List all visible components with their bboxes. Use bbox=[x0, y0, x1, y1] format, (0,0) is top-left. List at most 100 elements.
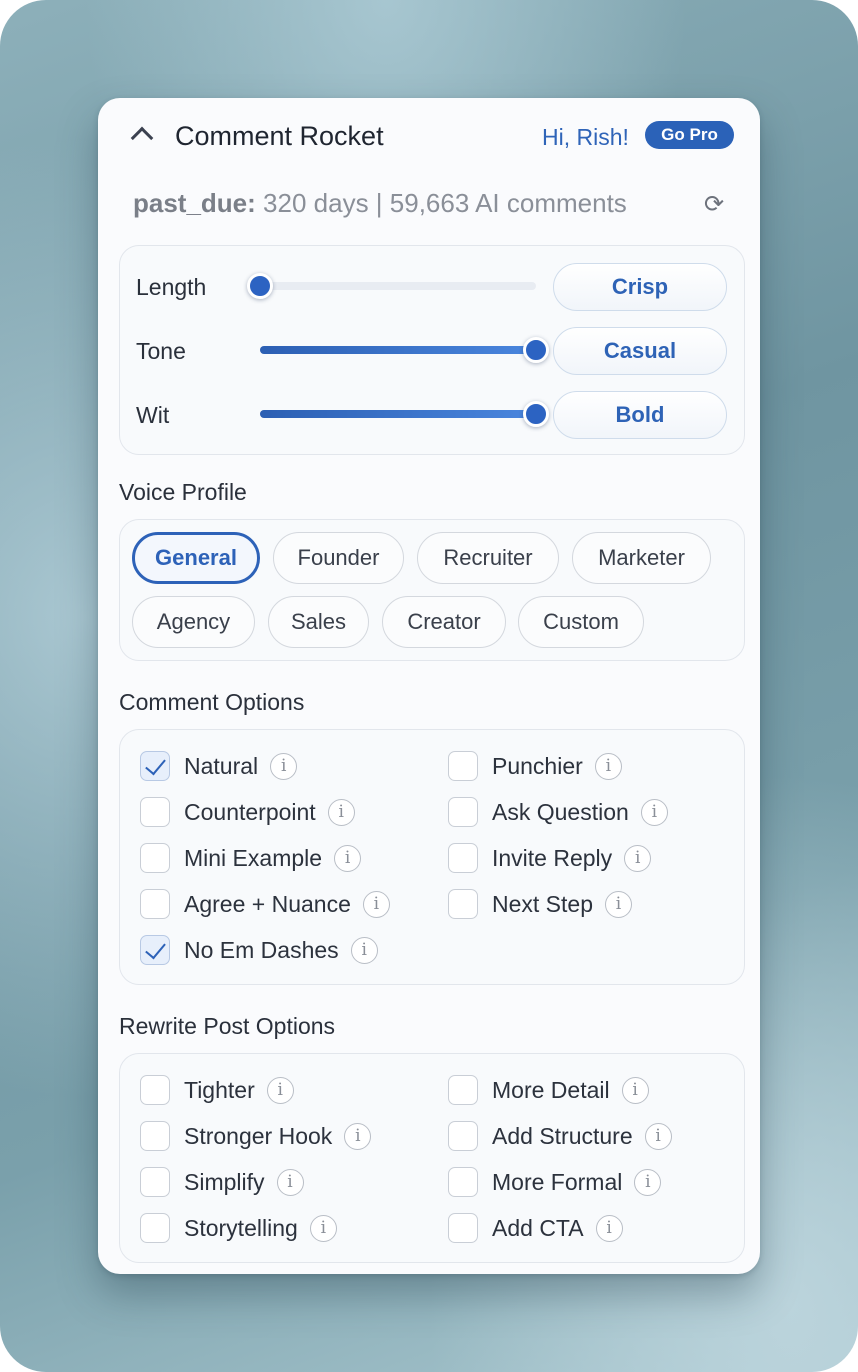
option-label: Punchier bbox=[492, 752, 583, 779]
option-label: Stronger Hook bbox=[184, 1122, 333, 1149]
rewrite-option-simplify[interactable]: Simplify i bbox=[140, 1167, 304, 1197]
comment-option-next-step[interactable]: Next Step i bbox=[448, 889, 632, 919]
app-title: Comment Rocket bbox=[175, 121, 384, 151]
voice-chip-recruiter[interactable]: Recruiter bbox=[417, 532, 559, 584]
checkbox[interactable] bbox=[140, 843, 170, 873]
checkbox[interactable] bbox=[140, 889, 170, 919]
voice-chip-general[interactable]: General bbox=[132, 532, 260, 584]
option-label: Add CTA bbox=[492, 1214, 584, 1241]
voice-profile-title: Voice Profile bbox=[119, 479, 247, 505]
comment-option-counterpoint[interactable]: Counterpoint i bbox=[140, 797, 355, 827]
voice-chip-custom[interactable]: Custom bbox=[518, 596, 644, 648]
info-icon[interactable]: i bbox=[350, 936, 378, 964]
checkbox[interactable] bbox=[140, 935, 170, 965]
checkbox[interactable] bbox=[140, 1121, 170, 1151]
info-icon[interactable]: i bbox=[362, 890, 390, 918]
option-label: Counterpoint bbox=[184, 798, 316, 825]
comment-option-punchier[interactable]: Punchier i bbox=[448, 751, 622, 781]
length-slider-thumb[interactable] bbox=[247, 273, 273, 299]
info-icon[interactable]: i bbox=[334, 844, 362, 872]
refresh-icon[interactable]: ⟳ bbox=[704, 190, 724, 219]
slider-label-tone: Tone bbox=[136, 338, 186, 364]
checkbox[interactable] bbox=[448, 843, 478, 873]
info-icon[interactable]: i bbox=[270, 752, 298, 780]
voice-chip-creator[interactable]: Creator bbox=[382, 596, 506, 648]
option-label: Simplify bbox=[184, 1168, 265, 1195]
tone-setting-button[interactable]: Casual bbox=[553, 327, 727, 375]
info-icon[interactable]: i bbox=[327, 798, 355, 826]
rewrite-options-title: Rewrite Post Options bbox=[119, 1013, 336, 1039]
info-icon[interactable]: i bbox=[594, 752, 622, 780]
rewrite-option-tighter[interactable]: Tighter i bbox=[140, 1075, 294, 1105]
option-label: Next Step bbox=[492, 890, 593, 917]
checkbox[interactable] bbox=[448, 797, 478, 827]
comment-option-natural[interactable]: Natural i bbox=[140, 751, 298, 781]
checkbox[interactable] bbox=[448, 1121, 478, 1151]
option-label: Agree + Nuance bbox=[184, 890, 351, 917]
option-label: Add Structure bbox=[492, 1122, 633, 1149]
option-label: More Formal bbox=[492, 1168, 623, 1195]
checkbox[interactable] bbox=[448, 1213, 478, 1243]
status-state: past_due: bbox=[133, 188, 256, 218]
wit-slider-track[interactable] bbox=[260, 410, 536, 418]
comment-option-agree-nuance[interactable]: Agree + Nuance i bbox=[140, 889, 390, 919]
slider-label-wit: Wit bbox=[136, 402, 170, 428]
info-icon[interactable]: i bbox=[309, 1214, 337, 1242]
rewrite-option-storytelling[interactable]: Storytelling i bbox=[140, 1213, 337, 1243]
option-label: Natural bbox=[184, 752, 259, 779]
status-details: 320 days | 59,663 AI comments bbox=[263, 188, 627, 218]
voice-chip-sales[interactable]: Sales bbox=[268, 596, 369, 648]
option-label: Invite Reply bbox=[492, 844, 613, 871]
info-icon[interactable]: i bbox=[595, 1214, 623, 1242]
length-slider-track[interactable] bbox=[260, 282, 536, 290]
go-pro-button[interactable]: Go Pro bbox=[645, 121, 734, 149]
checkbox[interactable] bbox=[140, 1075, 170, 1105]
checkbox[interactable] bbox=[448, 1167, 478, 1197]
wit-slider-thumb[interactable] bbox=[523, 401, 549, 427]
tone-slider-fill bbox=[260, 346, 536, 354]
comment-option-no-em-dashes[interactable]: No Em Dashes i bbox=[140, 935, 378, 965]
tone-slider-track[interactable] bbox=[260, 346, 536, 354]
voice-chip-founder[interactable]: Founder bbox=[273, 532, 404, 584]
comment-options-title: Comment Options bbox=[119, 689, 305, 715]
info-icon[interactable]: i bbox=[634, 1168, 662, 1196]
option-label: Ask Question bbox=[492, 798, 629, 825]
checkbox[interactable] bbox=[448, 751, 478, 781]
slider-label-length: Length bbox=[136, 274, 207, 300]
checkbox[interactable] bbox=[140, 1213, 170, 1243]
info-icon[interactable]: i bbox=[276, 1168, 304, 1196]
option-label: No Em Dashes bbox=[184, 936, 339, 963]
rewrite-option-add-cta[interactable]: Add CTA i bbox=[448, 1213, 623, 1243]
info-icon[interactable]: i bbox=[640, 798, 668, 826]
checkbox[interactable] bbox=[448, 1075, 478, 1105]
user-greeting: Hi, Rish! bbox=[542, 124, 629, 150]
option-label: Storytelling bbox=[184, 1214, 298, 1241]
checkbox[interactable] bbox=[448, 889, 478, 919]
comment-option-ask-question[interactable]: Ask Question i bbox=[448, 797, 668, 827]
checkbox[interactable] bbox=[140, 1167, 170, 1197]
info-icon[interactable]: i bbox=[624, 844, 652, 872]
option-label: More Detail bbox=[492, 1076, 610, 1103]
voice-chip-agency[interactable]: Agency bbox=[132, 596, 255, 648]
rewrite-option-add-structure[interactable]: Add Structure i bbox=[448, 1121, 672, 1151]
comment-option-invite-reply[interactable]: Invite Reply i bbox=[448, 843, 652, 873]
checkbox[interactable] bbox=[140, 797, 170, 827]
info-icon[interactable]: i bbox=[266, 1076, 294, 1104]
subscription-status: past_due: 320 days | 59,663 AI comments bbox=[133, 188, 627, 219]
wit-setting-button[interactable]: Bold bbox=[553, 391, 727, 439]
comment-option-mini-example[interactable]: Mini Example i bbox=[140, 843, 362, 873]
rewrite-option-more-detail[interactable]: More Detail i bbox=[448, 1075, 649, 1105]
length-setting-button[interactable]: Crisp bbox=[553, 263, 727, 311]
option-label: Tighter bbox=[184, 1076, 255, 1103]
rewrite-option-stronger-hook[interactable]: Stronger Hook i bbox=[140, 1121, 372, 1151]
option-label: Mini Example bbox=[184, 844, 323, 871]
info-icon[interactable]: i bbox=[605, 890, 632, 918]
info-icon[interactable]: i bbox=[344, 1122, 372, 1150]
checkbox[interactable] bbox=[140, 751, 170, 781]
rewrite-option-more-formal[interactable]: More Formal i bbox=[448, 1167, 662, 1197]
info-icon[interactable]: i bbox=[644, 1122, 672, 1150]
info-icon[interactable]: i bbox=[621, 1076, 649, 1104]
wit-slider-fill bbox=[260, 410, 536, 418]
tone-slider-thumb[interactable] bbox=[523, 337, 549, 363]
voice-chip-marketer[interactable]: Marketer bbox=[572, 532, 711, 584]
